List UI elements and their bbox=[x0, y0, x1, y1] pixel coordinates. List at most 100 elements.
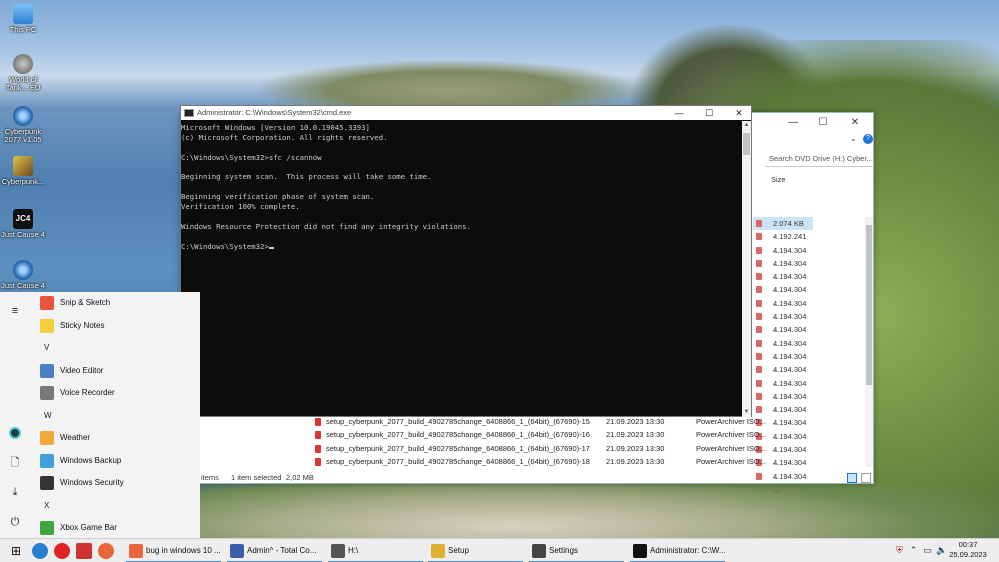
size-column-header[interactable]: Size bbox=[771, 175, 786, 184]
app-label: Xbox Game Bar bbox=[60, 523, 117, 532]
documents-icon[interactable]: 🗋 bbox=[8, 456, 22, 470]
block-icon[interactable] bbox=[54, 543, 70, 559]
clock[interactable]: 00:37 25.09.2023 bbox=[945, 540, 991, 560]
taskbar-task[interactable]: Admin^ - Total Co... bbox=[227, 539, 322, 562]
file-name: setup_cyberpunk_2077_build_4902785change… bbox=[326, 443, 590, 453]
scroll-down-icon[interactable]: ▼ bbox=[742, 408, 751, 417]
maximize-button[interactable]: ☐ bbox=[813, 116, 833, 130]
app-icon bbox=[40, 386, 54, 400]
size-cell[interactable]: 4.192.241 ... bbox=[753, 230, 813, 255]
cmd-line: Beginning verification phase of system s… bbox=[181, 192, 375, 202]
cmd-scrollbar[interactable]: ▲ ▼ bbox=[742, 121, 751, 417]
size-cell[interactable]: 4.194.304 ... bbox=[753, 244, 813, 268]
computer-icon bbox=[13, 4, 33, 24]
taskbar-task[interactable]: Administrator: C:\W... bbox=[630, 539, 725, 562]
cmd-line: C:\Windows\System32>sfc /scannow bbox=[181, 152, 322, 162]
cmd-window[interactable]: Administrator: C:\Windows\System32\cmd.e… bbox=[180, 105, 752, 417]
chevron-down-icon[interactable]: ⌄ bbox=[850, 134, 857, 143]
cmd-line: Microsoft Windows [Version 10.0.19045.33… bbox=[181, 123, 370, 132]
size-cell[interactable]: 4.194.304 ... bbox=[753, 350, 813, 374]
details-view-button[interactable] bbox=[847, 473, 857, 483]
taskbar: ⊞ bug in windows 10 ... Admin^ - Total Co… bbox=[0, 538, 999, 562]
tiles-view-button[interactable] bbox=[861, 473, 871, 483]
file-row[interactable]: setup_cyberpunk_2077_build_4902785change… bbox=[311, 455, 871, 468]
desktop-icon-just-cause-4[interactable]: JC4 Just Cause 4 bbox=[0, 209, 46, 239]
drive-icon bbox=[331, 544, 345, 558]
desktop-icon-world-of-tanks[interactable]: World of Tank... EU bbox=[0, 54, 46, 92]
downloads-icon[interactable]: ⤓ bbox=[8, 485, 22, 499]
size-cell[interactable]: 4.194.304 ... bbox=[753, 377, 813, 401]
minimize-button[interactable]: — bbox=[783, 116, 803, 130]
start-app-weather[interactable]: Weather bbox=[38, 427, 198, 450]
cyberpunk-icon bbox=[13, 260, 33, 280]
search-input[interactable]: Search DVD Drive (H:) Cyber... bbox=[765, 151, 873, 167]
size-cell[interactable]: 4.194.304 ... bbox=[753, 297, 813, 321]
help-icon[interactable]: ? bbox=[863, 134, 873, 144]
start-letter-v[interactable]: V bbox=[38, 337, 198, 360]
desktop-icon-cyberpunk-2077[interactable]: Cyberpunk 2077 v1.05 bbox=[0, 106, 46, 144]
size-cell[interactable]: 4.194.304 ... bbox=[753, 270, 813, 294]
cmd-maximize-button[interactable]: ☐ bbox=[697, 106, 721, 120]
text-cursor bbox=[268, 246, 274, 249]
start-app-snip-sketch[interactable]: Snip & Sketch bbox=[38, 292, 198, 315]
scrollbar-thumb[interactable] bbox=[866, 225, 872, 385]
desktop-icon-just-cause-4-alt[interactable]: Just Cause 4 bbox=[0, 260, 46, 290]
sync-icon[interactable] bbox=[32, 543, 48, 559]
file-name: setup_cyberpunk_2077_build_4902785change… bbox=[326, 430, 590, 440]
cyberpunk-icon bbox=[13, 106, 33, 126]
size-cell[interactable]: 4.194.304 ... bbox=[753, 337, 813, 361]
start-app-voice-recorder[interactable]: Voice Recorder bbox=[38, 382, 198, 405]
scroll-up-icon[interactable]: ▲ bbox=[742, 121, 751, 130]
explorer-titlebar[interactable]: — ☐ ✕ bbox=[741, 113, 875, 135]
status-bar: items 1 item selected 2,02 MB bbox=[181, 471, 873, 484]
start-app-video-editor[interactable]: Video Editor bbox=[38, 360, 198, 383]
start-app-windows-backup[interactable]: Windows Backup bbox=[38, 450, 198, 473]
file-row[interactable]: setup_cyberpunk_2077_build_4902785change… bbox=[311, 442, 871, 455]
close-button[interactable]: ✕ bbox=[845, 116, 865, 130]
desktop-icon-cyberpunk[interactable]: Cyberpunk... bbox=[0, 156, 46, 186]
jc4-icon: JC4 bbox=[13, 209, 33, 229]
shield-icon[interactable]: ⛨ bbox=[894, 545, 905, 556]
size-cell[interactable]: 4.194.304 ... bbox=[753, 257, 813, 281]
taskbar-task[interactable]: Settings bbox=[529, 539, 624, 562]
file-date: 21.09.2023 13:30 bbox=[606, 456, 665, 466]
size-cell[interactable]: 4.194.304 ... bbox=[753, 310, 813, 334]
user-avatar-icon[interactable] bbox=[8, 426, 22, 440]
cmd-output[interactable]: Microsoft Windows [Version 10.0.19045.33… bbox=[181, 121, 742, 417]
scrollbar-thumb[interactable] bbox=[743, 133, 750, 155]
size-cell[interactable]: 4.194.304 ... bbox=[753, 283, 813, 308]
start-app-windows-security[interactable]: Windows Security bbox=[38, 472, 198, 495]
tank-icon bbox=[13, 54, 33, 74]
clock-time: 00:37 bbox=[958, 540, 978, 549]
taskbar-task[interactable]: H:\ bbox=[328, 539, 423, 562]
task-label: Setup bbox=[448, 546, 469, 555]
cmd-minimize-button[interactable]: — bbox=[667, 106, 691, 120]
task-label: Administrator: C:\W... bbox=[650, 546, 725, 555]
cmd-close-button[interactable]: ✕ bbox=[727, 106, 751, 120]
power-icon[interactable]: ⏻ bbox=[8, 515, 22, 529]
size-cell[interactable]: 4.194.304 ... bbox=[753, 323, 813, 348]
hamburger-menu-icon[interactable]: ≡ bbox=[8, 304, 22, 318]
file-row[interactable]: setup_cyberpunk_2077_build_4902785change… bbox=[311, 428, 871, 441]
size-cell[interactable]: 4.194.304 ... bbox=[753, 390, 813, 414]
size-cell[interactable]: 4.194.304 ... bbox=[753, 363, 813, 388]
windows-start-icon[interactable]: ⊞ bbox=[8, 543, 24, 559]
app-label: Windows Security bbox=[60, 478, 124, 487]
firefox-icon[interactable] bbox=[98, 543, 114, 559]
start-letter-x[interactable]: X bbox=[38, 495, 198, 518]
start-app-xbox-game-bar[interactable]: Xbox Game Bar bbox=[38, 517, 198, 540]
taskbar-task[interactable]: bug in windows 10 ... bbox=[126, 539, 221, 562]
start-letter-w[interactable]: W bbox=[38, 405, 198, 428]
cmd-line: (c) Microsoft Corporation. All rights re… bbox=[181, 132, 388, 142]
clock-date: 25.09.2023 bbox=[949, 550, 987, 559]
start-app-sticky-notes[interactable]: Sticky Notes bbox=[38, 315, 198, 338]
size-cell[interactable]: 2.074 KB bbox=[753, 217, 813, 231]
desktop-icon-this-pc[interactable]: This PC bbox=[0, 4, 46, 34]
network-icon[interactable]: ▭ bbox=[922, 545, 933, 556]
taskbar-task[interactable]: Setup bbox=[428, 539, 523, 562]
tray-overflow-icon[interactable]: ⌃ bbox=[908, 545, 919, 556]
app-label: Snip & Sketch bbox=[60, 298, 111, 307]
cmd-titlebar[interactable]: Administrator: C:\Windows\System32\cmd.e… bbox=[181, 106, 751, 120]
app-label: Voice Recorder bbox=[60, 388, 115, 397]
book-icon[interactable] bbox=[76, 543, 92, 559]
